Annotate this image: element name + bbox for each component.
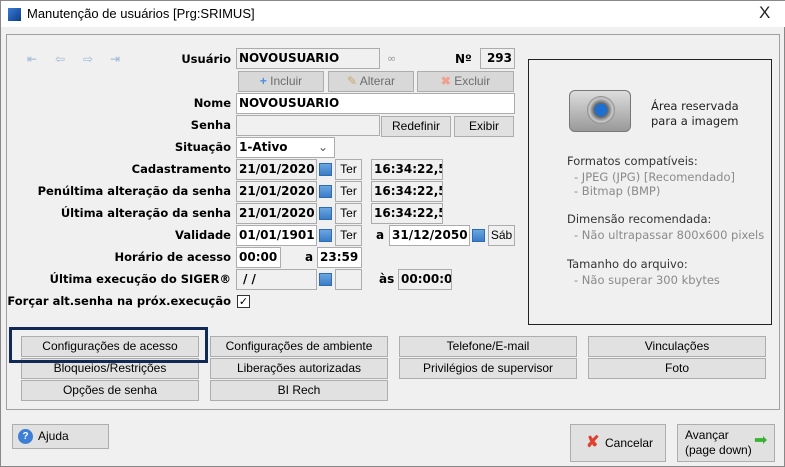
nome-label: Nome (193, 96, 231, 110)
penultima-day: Ter (335, 181, 362, 202)
ultima-date: 21/01/2020 (236, 203, 317, 224)
exibir-button[interactable]: Exibir (454, 116, 514, 137)
cancel-icon: ✘ (586, 434, 600, 451)
opcoes-senha-button[interactable]: Opções de senha (21, 380, 199, 401)
help-icon: ? (18, 429, 33, 444)
to-label: a (305, 250, 314, 264)
excluir-button[interactable]: ✖ Excluir (417, 71, 514, 92)
highlight-box (9, 327, 208, 363)
image-area-title2: para a imagem (651, 114, 739, 128)
nome-field[interactable]: NOVOUSUARIO (236, 93, 515, 114)
ultima-time: 16:34:22,52 (371, 203, 443, 224)
cadastro-date: 21/01/2020 (236, 159, 317, 180)
size-value: - Não superar 300 kbytes (574, 273, 720, 287)
exec-time: 00:00:00 (398, 269, 452, 290)
arrow-right-icon: ➡ (754, 432, 768, 449)
ultima-label: Última alteração da senha (60, 206, 231, 220)
privilegios-supervisor-button[interactable]: Privilégios de supervisor (399, 358, 577, 379)
calendar-icon[interactable] (319, 229, 332, 242)
format-jpeg: - JPEG (JPG) [Recomendado] (574, 170, 735, 184)
plus-icon: + (259, 74, 271, 88)
window-title: Manutenção de usuários [Prg:SRIMUS] (27, 6, 255, 21)
forcar-checkbox[interactable]: ✓ (237, 295, 250, 308)
format-bmp: - Bitmap (BMP) (574, 184, 661, 198)
cadastro-day: Ter (335, 159, 362, 180)
at-label: às (379, 272, 395, 286)
dimension-heading: Dimensão recomendada: (567, 212, 712, 226)
horario-from-field[interactable]: 00:00 (236, 247, 281, 268)
horario-to-field[interactable]: 23:59 (317, 247, 362, 268)
incluir-button[interactable]: + Incluir (238, 71, 324, 92)
situacao-label: Situação (174, 140, 231, 154)
calendar-icon[interactable] (319, 273, 332, 286)
liberacoes-autorizadas-button[interactable]: Liberações autorizadas (210, 358, 388, 379)
usuario-label: Usuário (181, 52, 231, 66)
edit-icon: ✎ (346, 74, 360, 88)
bi-rech-button[interactable]: BI Rech (210, 380, 388, 401)
size-heading: Tamanho do arquivo: (567, 257, 688, 271)
numero-label: Nº (455, 52, 472, 66)
exec-date: / / (236, 269, 317, 290)
validade-from-date[interactable]: 01/01/1901 (236, 225, 317, 246)
numero-field: 293 (480, 48, 515, 69)
chevron-down-icon: ⌄ (317, 140, 328, 154)
calendar-icon[interactable] (319, 207, 332, 220)
ultima-day: Ter (335, 203, 362, 224)
exec-day (335, 269, 362, 290)
camera-icon (569, 90, 631, 132)
dimension-value: - Não ultrapassar 800x600 pixels (574, 228, 765, 242)
penultima-date: 21/01/2020 (236, 181, 317, 202)
validade-label: Validade (175, 228, 231, 242)
to-label: a (376, 228, 385, 242)
alterar-button[interactable]: ✎ Alterar (328, 71, 414, 92)
cadastro-label: Cadastramento (131, 162, 231, 176)
exec-label: Última execução do SIGER® (49, 272, 231, 286)
app-icon (8, 8, 21, 21)
image-area-title1: Área reservada (651, 99, 739, 113)
telefone-email-button[interactable]: Telefone/E-mail (399, 336, 577, 357)
forcar-label: Forçar alt.senha na próx.execução (7, 294, 231, 308)
title-bar: Manutenção de usuários [Prg:SRIMUS] X (1, 1, 785, 27)
foto-button[interactable]: Foto (588, 358, 766, 379)
cancelar-button[interactable]: ✘ Cancelar (570, 424, 666, 462)
vinculacoes-button[interactable]: Vinculações (588, 336, 766, 357)
calendar-icon[interactable] (319, 185, 332, 198)
close-button[interactable]: X (759, 3, 770, 23)
validade-to-date[interactable]: 31/12/2050 (389, 225, 470, 246)
validade-from-day: Ter (335, 225, 362, 246)
redefinir-button[interactable]: Redefinir (381, 116, 451, 137)
calendar-icon[interactable] (319, 163, 332, 176)
configuracoes-ambiente-button[interactable]: Configurações de ambiente (210, 336, 388, 357)
senha-field[interactable] (236, 115, 380, 136)
ajuda-button[interactable]: ? Ajuda (12, 424, 109, 449)
penultima-label: Penúltima alteração da senha (37, 184, 231, 198)
situacao-select[interactable]: 1-Ativo ⌄ (236, 137, 335, 158)
horario-label: Horário de acesso (114, 250, 231, 264)
avancar-button[interactable]: Avançar (page down) ➡ (677, 424, 775, 462)
calendar-icon[interactable] (472, 229, 485, 242)
senha-label: Senha (190, 118, 231, 132)
penultima-time: 16:34:22,52 (371, 181, 443, 202)
validade-to-day: Sáb (488, 225, 515, 246)
usuario-field[interactable]: NOVOUSUARIO (236, 48, 380, 69)
formats-heading: Formatos compatíveis: (567, 154, 698, 168)
x-icon: ✖ (440, 74, 455, 88)
cadastro-time: 16:34:22,52 (371, 159, 443, 180)
image-area[interactable]: Área reservada para a imagem Formatos co… (528, 59, 772, 325)
binoculars-icon[interactable]: ∞ (387, 52, 396, 65)
